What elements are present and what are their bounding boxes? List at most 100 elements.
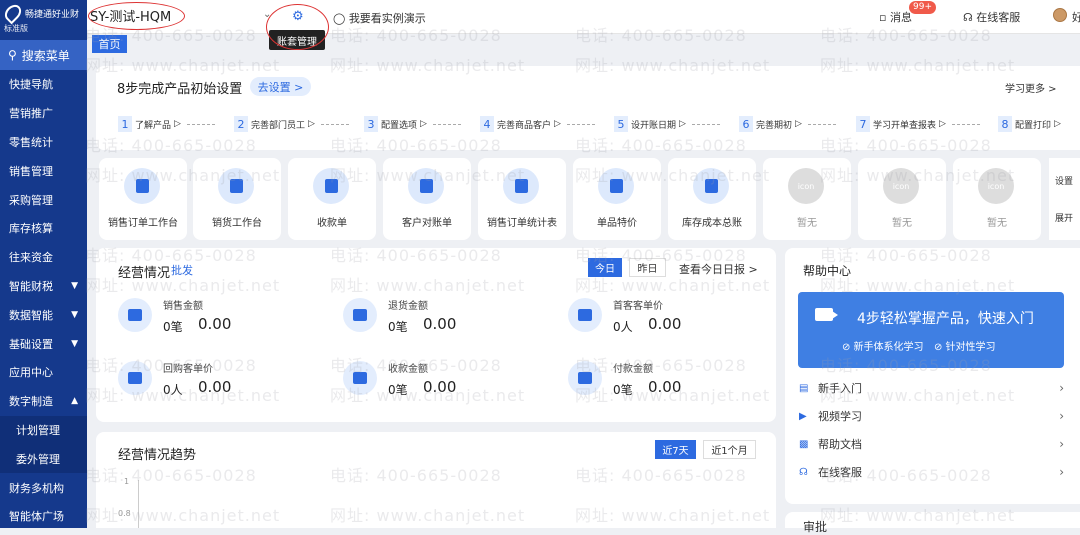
messages-button[interactable]: ▫ 消息: [879, 9, 912, 25]
setup-step[interactable]: 6 完善期初 ▷: [739, 116, 836, 132]
quick-entry[interactable]: 收款单: [288, 158, 376, 240]
sidebar-item[interactable]: 库存核算: [0, 214, 87, 243]
metric-label: 付款金额: [613, 364, 653, 375]
sidebar-item[interactable]: 应用中心: [0, 358, 87, 387]
metric-icon: [343, 361, 377, 395]
sidebar-item[interactable]: 销售管理: [0, 156, 87, 185]
sidebar-item[interactable]: 零售统计: [0, 128, 87, 157]
setup-step[interactable]: 8 配置打印 ▷: [998, 116, 1061, 132]
sidebar-item[interactable]: 营销推广: [0, 99, 87, 128]
step-connector: [807, 123, 836, 125]
help-item[interactable]: ▩ 帮助文档 ›: [799, 434, 1064, 454]
metric-value: 0.00: [648, 315, 682, 333]
online-service-button[interactable]: ☊ 在线客服: [963, 9, 1020, 25]
ops-title: 经营情况: [118, 266, 171, 281]
setup-steps: 1 了解产品 ▷ 2 完善部门员工 ▷ 3 配置选项 ▷ 4 完善商品客户 ▷ 5 设开账日期 ▷ 6 完善期初…: [96, 116, 1080, 132]
metric-item[interactable]: 首客客单价 0人 0.00: [568, 298, 788, 342]
quick-settings-button[interactable]: 设置: [1049, 174, 1080, 187]
headset-icon: ☊: [963, 11, 977, 24]
sidebar-item[interactable]: 采购管理: [0, 185, 87, 214]
y-axis: [138, 480, 139, 528]
daily-report-link[interactable]: 查看今日日报 >: [679, 261, 758, 277]
sidebar-item[interactable]: 基础设置 ▼: [0, 329, 87, 358]
sidebar-item-label: 营销推广: [9, 107, 53, 121]
quick-entry-label: 销售订单统计表: [487, 218, 557, 229]
quick-entry[interactable]: 销货工作台: [193, 158, 281, 240]
metric-count: 0笔: [388, 383, 408, 397]
quick-entry-label: 暂无: [797, 218, 817, 229]
sidebar-item[interactable]: 数字制造 ▲: [0, 387, 87, 416]
help-item[interactable]: ▶ 视频学习 ›: [799, 406, 1064, 426]
sidebar: 畅捷通好业财 标准版 ⚲ 搜索菜单 快捷导航营销推广零售统计 销售管理 采购管理 库存…: [0, 0, 87, 528]
metric-item[interactable]: 收款金额 0笔 0.00: [343, 361, 563, 405]
setup-step[interactable]: 5 设开账日期 ▷: [614, 116, 720, 132]
metric-item[interactable]: 付款金额 0笔 0.00: [568, 361, 788, 405]
last-month-button[interactable]: 近1个月: [703, 440, 756, 459]
step-number: 2: [234, 116, 248, 132]
help-item[interactable]: ☊ 在线客服 ›: [799, 462, 1064, 482]
sidebar-arrow-icon: ▼: [71, 338, 78, 349]
step-label: 设开账日期: [631, 120, 677, 131]
brand-logo: 畅捷通好业财 标准版: [0, 0, 87, 40]
metric-item[interactable]: 销售金额 0笔 0.00: [118, 298, 338, 342]
quick-entry[interactable]: 库存成本总账: [668, 158, 756, 240]
metric-label: 首客客单价: [613, 301, 663, 312]
quick-start-banner[interactable]: 4步轻松掌握产品，快速入门 ⊘ 新手体系化学习 ⊘ 针对性学习: [798, 292, 1064, 368]
metric-icon: [118, 361, 152, 395]
demo-link[interactable]: ◯ 我要看实例演示: [333, 10, 426, 26]
today-button[interactable]: 今日: [588, 258, 622, 277]
quick-entry[interactable]: 销售订单工作台: [99, 158, 187, 240]
avatar[interactable]: [1053, 8, 1067, 22]
quick-entry[interactable]: icon 暂无: [763, 158, 851, 240]
sidebar-item-label: 数据智能: [9, 308, 53, 322]
setup-step[interactable]: 3 配置选项 ▷: [364, 116, 461, 132]
sidebar-item[interactable]: 数据智能 ▼: [0, 300, 87, 329]
quick-entry[interactable]: 客户对账单: [383, 158, 471, 240]
ops-tag[interactable]: 批发: [171, 262, 193, 278]
sidebar-item[interactable]: 快捷导航: [0, 70, 87, 99]
setup-step[interactable]: 1 了解产品 ▷: [118, 116, 215, 132]
play-circle-icon: ▷: [308, 119, 315, 129]
chevron-right-icon: ›: [1059, 465, 1064, 479]
last-7-days-button[interactable]: 近7天: [655, 440, 696, 459]
sidebar-item[interactable]: 智能财税 ▼: [0, 272, 87, 301]
user-name[interactable]: 好: [1072, 9, 1080, 25]
sidebar-item[interactable]: 计划管理: [0, 415, 87, 445]
search-menu-button[interactable]: ⚲ 搜索菜单: [0, 40, 87, 70]
setup-go-button[interactable]: 去设置 >: [250, 77, 311, 96]
quick-entry[interactable]: 单品特价: [573, 158, 661, 240]
step-number: 4: [480, 116, 494, 132]
step-number: 8: [998, 116, 1012, 132]
play-circle-icon: ▷: [554, 119, 561, 129]
sidebar-item[interactable]: 委外管理: [0, 444, 87, 474]
metric-icon: [343, 298, 377, 332]
eye-icon: ◯: [333, 12, 349, 25]
metric-item[interactable]: 退货金额 0笔 0.00: [343, 298, 563, 342]
quick-entry[interactable]: 销售订单统计表: [478, 158, 566, 240]
quick-expand-button[interactable]: 展开: [1049, 211, 1080, 224]
y-tick-0-8: 0.8: [118, 509, 131, 518]
help-item[interactable]: ▤ 新手入门 ›: [799, 378, 1064, 398]
video-camera-icon: [815, 308, 838, 321]
chevron-right-icon: ›: [1059, 381, 1064, 395]
quick-entry[interactable]: icon 暂无: [858, 158, 946, 240]
setup-step[interactable]: 2 完善部门员工 ▷: [234, 116, 349, 132]
yesterday-button[interactable]: 昨日: [629, 258, 666, 277]
step-connector: [320, 123, 349, 125]
step-connector: [691, 123, 720, 125]
doc-icon: [408, 168, 444, 204]
sidebar-item-label: 委外管理: [16, 452, 60, 466]
sidebar-item-label: 计划管理: [16, 423, 60, 437]
sidebar-item-label: 财务多机构: [9, 481, 64, 495]
setup-step[interactable]: 4 完善商品客户 ▷: [480, 116, 595, 132]
tab-home[interactable]: 首页: [92, 35, 127, 53]
sidebar-item[interactable]: 财务多机构: [0, 473, 87, 502]
metric-item[interactable]: 回购客单价 0人 0.00: [118, 361, 338, 405]
step-label: 完善期初: [756, 120, 793, 131]
learn-more-link[interactable]: 学习更多 >: [1005, 80, 1057, 95]
quick-entry[interactable]: icon 暂无: [953, 158, 1041, 240]
sidebar-item[interactable]: 智能体广场: [0, 502, 87, 531]
sidebar-item[interactable]: 往来资金: [0, 243, 87, 272]
setup-step[interactable]: 7 学习开单查报表 ▷: [856, 116, 980, 132]
metric-count: 0笔: [388, 320, 408, 334]
